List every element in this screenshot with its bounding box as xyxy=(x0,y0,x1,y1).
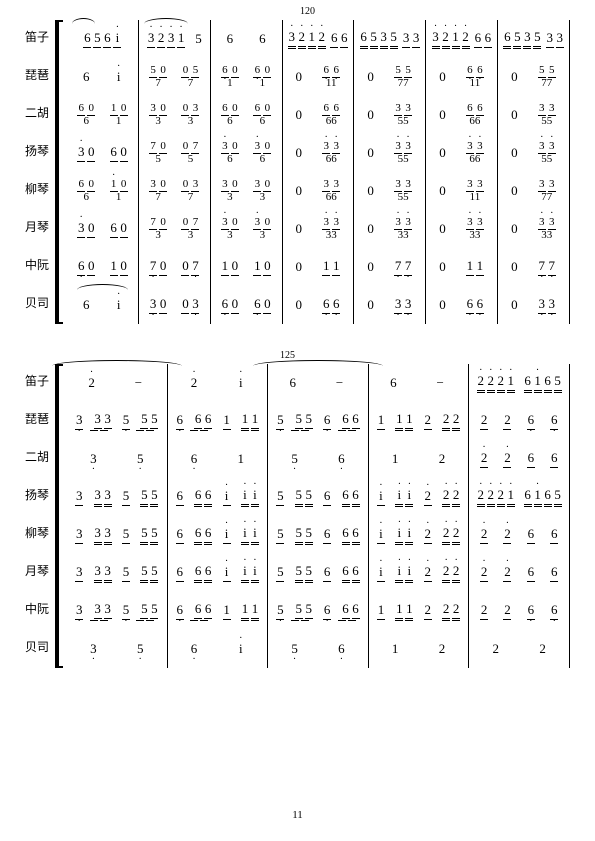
staff-dizi: 笛子 656i 3231 5 66 3212 66 xyxy=(25,20,570,58)
measure: 6535 33 xyxy=(498,20,570,58)
staff-yueqin: 月琴 3060 703073 303303 03333 03333 03333 … xyxy=(25,210,570,248)
staff-erhu: 二胡 35 61 56 12 2266 xyxy=(25,440,570,478)
staff-pipa: 琵琶 6i 507057 601601 06611 05577 06611 05… xyxy=(25,58,570,96)
label-yueqin: 月琴 xyxy=(25,554,57,579)
staff-zhongruan: 中阮 333555 666111 555666 111222 2266 xyxy=(25,592,570,630)
label-erhu: 二胡 xyxy=(25,440,57,465)
measure: 66 xyxy=(211,20,283,58)
label-dizi: 笛子 xyxy=(25,364,57,389)
label-yangqin: 扬琴 xyxy=(25,478,57,503)
staff-beisi: 贝司 35 6i 56 12 22 xyxy=(25,630,570,668)
measure: 6535 33 xyxy=(354,20,426,58)
staff-dizi: 笛子 2− 2i 6− 6− 2221 6165 xyxy=(25,364,570,402)
label-yueqin: 月琴 xyxy=(25,210,57,235)
system-2: 125 笛子 2− 2i 6− 6− 2221 6165 xyxy=(25,364,570,668)
measure: 656i xyxy=(67,20,139,58)
staff-beisi: 贝司 6i 3003 6060 066 033 066 033 xyxy=(25,286,570,324)
measure-number-120: 120 xyxy=(300,6,315,17)
staff-liuqin: 柳琴 333555 666iii 555666 iii222 2266 xyxy=(25,516,570,554)
page-content: 120 笛子 656i 3231 5 66 3212 xyxy=(0,0,595,728)
label-liuqin: 柳琴 xyxy=(25,516,57,541)
label-yangqin: 扬琴 xyxy=(25,134,57,159)
measure: 3212 66 xyxy=(283,20,355,58)
label-pipa: 琵琶 xyxy=(25,402,57,427)
measure: 3212 66 xyxy=(426,20,498,58)
dizi-music: 656i 3231 5 66 3212 66 6535 33 xyxy=(57,20,570,58)
staff-yangqin: 扬琴 333555 666iii 555666 iii222 22216165 xyxy=(25,478,570,516)
staff-yangqin: 扬琴 3060 705075 306306 03366 03355 03366 … xyxy=(25,134,570,172)
label-beisi: 贝司 xyxy=(25,630,57,655)
page-number: 11 xyxy=(292,809,303,821)
label-zhongruan: 中阮 xyxy=(25,592,57,617)
staff-erhu: 二胡 606101 303033 606606 06666 03355 0666… xyxy=(25,96,570,134)
system-1: 120 笛子 656i 3231 5 66 3212 xyxy=(25,20,570,324)
staff-zhongruan: 中阮 6010 7007 1010 011 077 011 077 xyxy=(25,248,570,286)
staff-liuqin: 柳琴 606101 307037 303303 03366 03355 0331… xyxy=(25,172,570,210)
measure-number-125: 125 xyxy=(280,350,295,361)
label-liuqin: 柳琴 xyxy=(25,172,57,197)
label-dizi: 笛子 xyxy=(25,20,57,45)
staff-pipa: 琵琶 333555 666111 555666 111222 2266 xyxy=(25,402,570,440)
measure: 3231 5 xyxy=(139,20,211,58)
label-zhongruan: 中阮 xyxy=(25,248,57,273)
label-erhu: 二胡 xyxy=(25,96,57,121)
staff-yueqin: 月琴 333555 666iii 555666 iii222 2266 xyxy=(25,554,570,592)
label-pipa: 琵琶 xyxy=(25,58,57,83)
label-beisi: 贝司 xyxy=(25,286,57,311)
